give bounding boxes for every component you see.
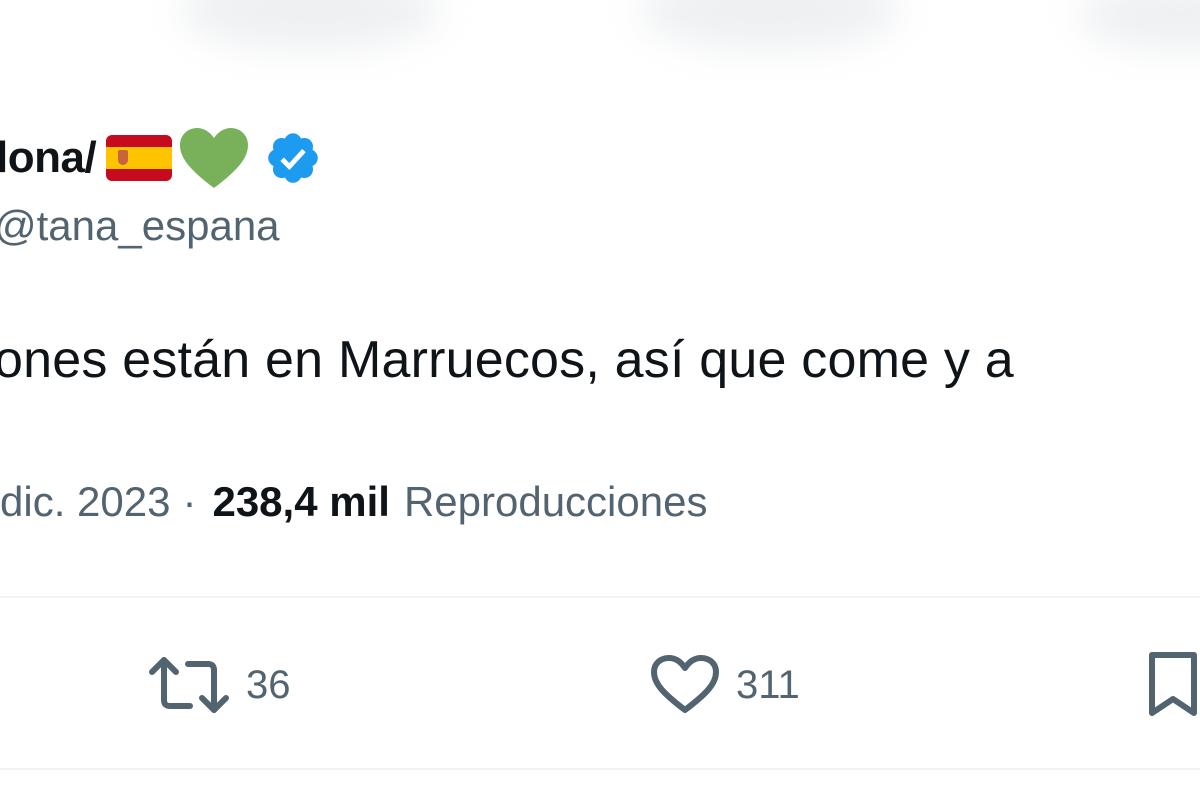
- green-heart-icon: [180, 128, 249, 188]
- like-button[interactable]: 311: [650, 650, 800, 720]
- retweet-icon: [149, 657, 229, 713]
- retweet-button[interactable]: 36: [148, 650, 291, 720]
- spain-flag-icon: [106, 135, 173, 181]
- tweet-metadata: dic. 2023 · 238,4 mil Reproducciones: [0, 478, 707, 526]
- author-handle-text: tana_espana: [36, 202, 280, 249]
- meta-separator: ·: [182, 478, 197, 525]
- divider-top: [0, 596, 1200, 598]
- tweet-date[interactable]: dic. 2023: [0, 478, 170, 526]
- retweet-count: 36: [246, 662, 291, 707]
- tweet-text: ones están en Marruecos, así que come y …: [0, 331, 1014, 389]
- tweet-detail-view: lona/ @tana_espana ones están en Marruec…: [0, 0, 1200, 800]
- author-name-row[interactable]: lona/: [0, 118, 322, 198]
- views-count: 238,4 mil: [212, 478, 390, 525]
- heart-outline-icon: [651, 655, 719, 713]
- like-count: 311: [736, 662, 800, 707]
- bookmark-button[interactable]: [1144, 650, 1200, 720]
- verified-badge-icon[interactable]: [264, 129, 322, 187]
- author-handle[interactable]: @tana_espana: [0, 202, 280, 250]
- blurred-header-band: [0, 0, 1200, 80]
- author-display-name[interactable]: lona/: [0, 133, 97, 183]
- views-label: Reproducciones: [403, 478, 708, 525]
- divider-bottom: [0, 768, 1200, 770]
- bookmark-icon: [1149, 652, 1197, 716]
